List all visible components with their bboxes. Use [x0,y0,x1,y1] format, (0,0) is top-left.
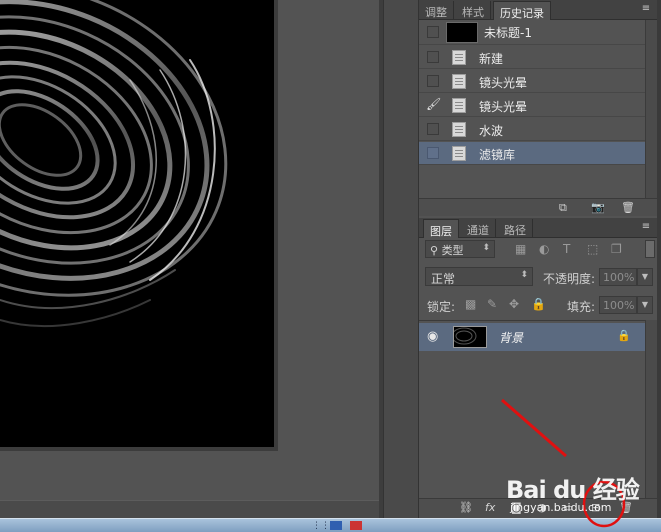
filter-kind-label: 类型 [441,244,464,257]
opacity-dropdown-icon[interactable]: ▼ [637,268,653,286]
history-state-document-icon [452,122,466,137]
lock-fill-row: 锁定: ▩ ✎ ✥ 🔒 填充: 100% ▼ [419,293,657,317]
snapshot-label: 未标题-1 [484,26,532,40]
tab-adjustments[interactable]: 调整 [419,1,454,20]
tab-styles[interactable]: 样式 [456,1,491,20]
tray-app-icon[interactable] [350,521,362,530]
blend-opacity-row: 正常 ⬍ 不透明度: 100% ▼ [419,264,657,290]
document-shadow-bottom [0,447,278,451]
layer-thumbnail [453,326,487,348]
fill-label: 填充: [567,300,596,314]
history-scrollbar[interactable] [645,20,657,198]
blend-mode-value: 正常 [431,272,456,286]
opacity-field[interactable]: 100% [599,268,637,286]
new-document-from-state-icon[interactable]: ⧉ [559,201,567,215]
history-brush-source-checkbox[interactable] [427,75,439,87]
history-brush-source-checkbox[interactable] [427,51,439,63]
collapsed-panel-column [383,0,419,518]
lock-transparent-pixels-icon[interactable]: ▩ [465,297,476,311]
history-state-row[interactable]: 镜头光晕 [419,70,645,93]
panel-menu-icon[interactable]: ≡ [639,3,653,15]
history-state-document-icon [452,74,466,89]
chevron-updown-icon: ⬍ [482,243,490,253]
layer-row-background[interactable]: ◉ 背景 🔒 [419,323,645,351]
water-wave-artwork [0,0,228,328]
layers-footer: ⛓ fx ◙ ◑ ▭ ⊞ 🗑 [419,498,657,518]
history-brush-source-checkbox[interactable] [427,123,439,135]
shape-filter-icon[interactable]: ⬚ [587,242,598,256]
history-state-label: 水波 [479,124,504,138]
adjustment-filter-icon[interactable]: ◐ [539,242,549,256]
tray-app-icon[interactable] [330,521,342,530]
history-state-label: 镜头光晕 [479,76,528,90]
history-snapshot-row[interactable]: 未标题-1 [419,20,645,45]
smart-object-filter-icon[interactable]: ❐ [611,242,622,256]
mask-icon[interactable]: ◙ [511,501,522,514]
tab-paths[interactable]: 路径 [498,219,533,238]
trash-icon[interactable]: 🗑 [619,501,633,514]
history-brush-source-checkbox[interactable] [427,26,439,38]
history-brush-source-checkbox[interactable] [427,147,439,159]
history-footer: ⧉ 📷 🗑 [419,198,657,216]
folder-icon[interactable]: ▭ [563,501,573,514]
history-state-document-icon [452,50,466,65]
panel-menu-icon[interactable]: ≡ [639,221,653,233]
history-brush-icon[interactable]: 🖌 [426,97,441,111]
history-state-document-icon [452,146,466,161]
dock-edge [657,0,661,518]
eye-visibility-icon[interactable]: ◉ [427,329,438,344]
layer-thumbnail-art [454,327,477,345]
link-icon[interactable]: ⛓ [459,501,473,514]
filter-toggle-switch[interactable] [645,240,655,258]
filter-kind-select[interactable]: ⚲ 类型 ⬍ [425,240,495,258]
windows-taskbar: ⋮⋮ [0,518,661,532]
image-filter-icon[interactable]: ▦ [515,242,526,256]
lock-all-icon[interactable]: 🔒 [531,297,546,311]
history-state-label: 新建 [479,52,504,66]
lock-image-pixels-icon[interactable]: ✎ [487,297,497,311]
tab-channels[interactable]: 通道 [461,219,496,238]
history-list: 未标题-1 新建 镜头光晕 🖌 镜头光晕 水波 滤镜库 [419,20,645,165]
document-canvas[interactable] [0,0,274,447]
layer-lock-icon: 🔒 [617,329,631,342]
adjustment-icon[interactable]: ◑ [537,501,547,514]
history-state-row[interactable]: 水波 [419,118,645,141]
document-shadow [274,0,278,451]
layers-panel-tabbar: 图层 通道 路径 ≡ [419,218,657,238]
search-icon: ⚲ [430,244,442,257]
lock-label: 锁定: [427,300,456,314]
layers-scrollbar[interactable] [645,320,657,498]
fill-field[interactable]: 100% [599,296,637,314]
blend-mode-select[interactable]: 正常 ⬍ [425,267,533,286]
history-state-row[interactable]: 🖌 镜头光晕 [419,94,645,117]
layer-name[interactable]: 背景 [499,329,523,346]
history-panel-tabbar: 调整 样式 历史记录 ≡ [419,0,657,20]
history-state-label: 镜头光晕 [479,100,528,114]
layer-filter-row: ⚲ 类型 ⬍ ▦ ◐ T ⬚ ❐ [419,238,657,262]
chevron-updown-icon: ⬍ [520,270,528,280]
type-filter-icon[interactable]: T [563,242,570,256]
keyboard-icon[interactable]: ⋮⋮ [312,521,330,531]
snapshot-thumbnail [446,22,478,43]
snapshot-camera-icon[interactable]: 📷 [591,201,605,214]
fx-icon[interactable]: fx [485,501,495,514]
lock-position-icon[interactable]: ✥ [509,297,519,311]
tab-layers[interactable]: 图层 [423,219,459,238]
layers-list: ◉ 背景 🔒 [419,320,657,498]
history-state-label: 滤镜库 [479,148,516,162]
trash-icon[interactable]: 🗑 [621,201,635,214]
tab-history[interactable]: 历史记录 [493,1,551,20]
history-state-document-icon [452,98,466,113]
horizontal-scrollbar[interactable] [0,500,379,518]
canvas-area[interactable] [0,0,379,518]
right-panel-dock: 调整 样式 历史记录 ≡ 未标题-1 新建 镜头光晕 🖌 镜头光晕 水波 滤镜库… [419,0,661,518]
history-state-row-selected[interactable]: 滤镜库 [419,142,645,165]
history-state-row[interactable]: 新建 [419,46,645,69]
fill-dropdown-icon[interactable]: ▼ [637,296,653,314]
new-layer-icon[interactable]: ⊞ [591,501,600,514]
opacity-label: 不透明度: [543,272,596,286]
